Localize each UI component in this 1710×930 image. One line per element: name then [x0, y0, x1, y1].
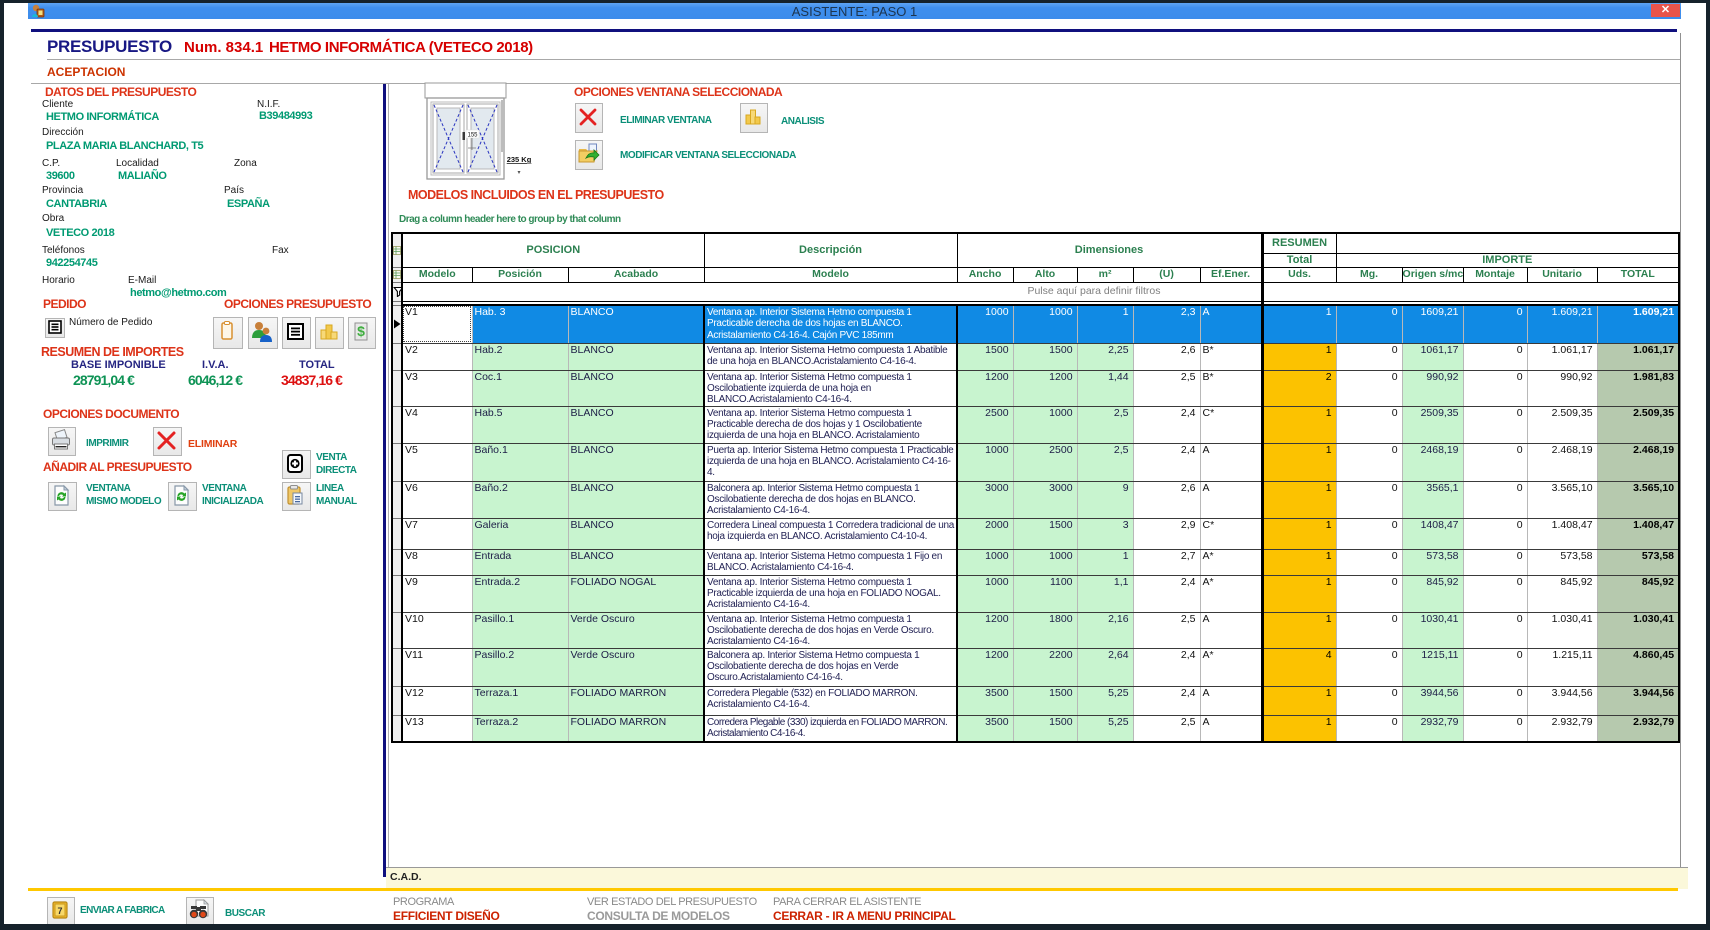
svg-text:$: $ — [357, 323, 365, 339]
svg-text:155: 155 — [467, 133, 478, 139]
svg-text:7: 7 — [57, 906, 62, 916]
svg-text:▾: ▾ — [517, 170, 520, 176]
svg-text:235 Kg: 235 Kg — [507, 155, 532, 164]
